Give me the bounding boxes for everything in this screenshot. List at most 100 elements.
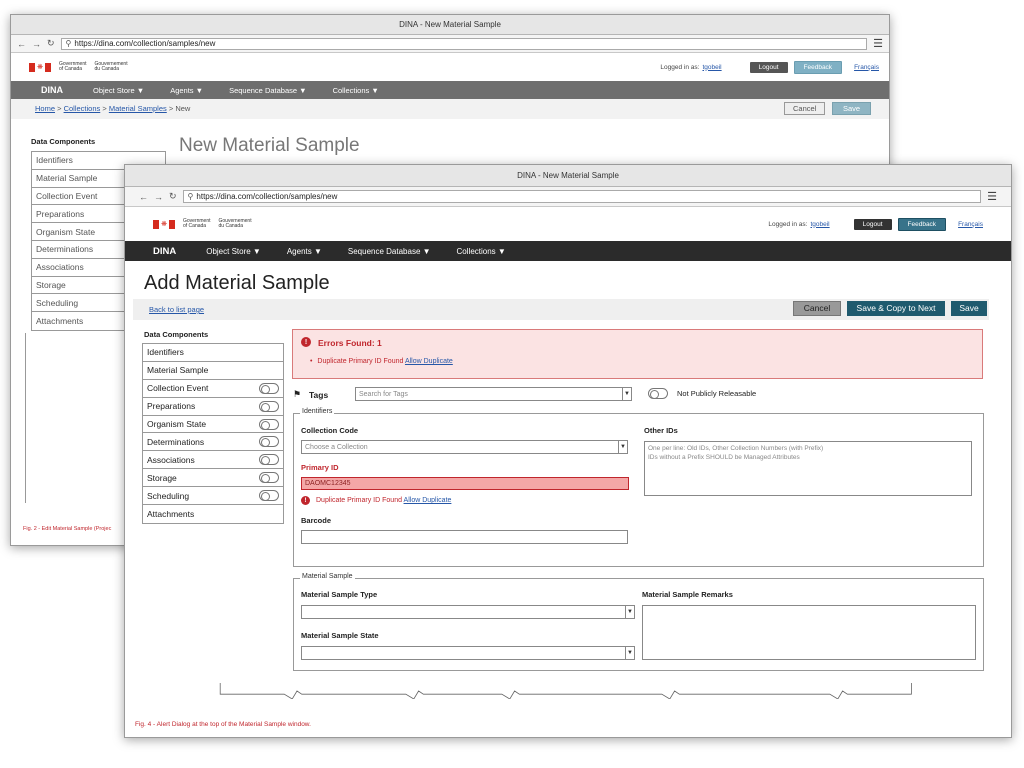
save-copy-next-button[interactable]: Save & Copy to Next (847, 301, 945, 316)
front-address-row: ← → ↻ ⚲ https://dina.com/collection/samp… (125, 187, 1011, 207)
primary-id-error-icon: ! (301, 496, 310, 505)
nav-collections[interactable]: Collections ▼ (457, 247, 506, 256)
component-storage[interactable]: Storage (143, 469, 283, 488)
nav-agents[interactable]: Agents ▼ (170, 86, 203, 95)
material-sample-type-select[interactable]: ▼ (301, 605, 635, 619)
forward-arrow-icon[interactable]: → (154, 192, 163, 202)
identifiers-legend: Identifiers (300, 408, 335, 415)
search-icon: ⚲ (187, 192, 194, 201)
canada-flag-icon: ❋ (153, 219, 175, 229)
language-link[interactable]: Français (958, 221, 983, 228)
error-alert: ! Errors Found: 1 • Duplicate Primary ID… (292, 329, 983, 379)
chevron-down-icon[interactable]: ▼ (622, 388, 631, 400)
username-link[interactable]: tgobeil (702, 64, 721, 71)
component-organism-state[interactable]: Organism State (143, 416, 283, 434)
reload-icon[interactable]: ↻ (47, 38, 55, 49)
front-navbar: DINA Object Store ▼ Agents ▼ Sequence Da… (125, 241, 1011, 261)
material-sample-state-label: Material Sample State (301, 631, 379, 640)
back-to-list-link[interactable]: Back to list page (149, 305, 204, 314)
components-title: Data Components (144, 330, 209, 339)
canada-flag-icon: ❋ (29, 62, 51, 72)
alert-title: Errors Found: 1 (318, 338, 382, 348)
not-public-toggle[interactable] (648, 388, 668, 399)
nav-object-store[interactable]: Object Store ▼ (93, 86, 144, 95)
chevron-down-icon[interactable]: ▼ (625, 606, 634, 618)
barcode-input[interactable] (301, 530, 628, 544)
nav-sequence-database[interactable]: Sequence Database ▼ (348, 247, 431, 256)
back-arrow-icon[interactable]: ← (17, 39, 26, 49)
logout-button[interactable]: Logout (853, 218, 892, 230)
primary-id-allow-duplicate-link[interactable]: Allow Duplicate (404, 497, 452, 504)
toggle-switch[interactable] (259, 382, 279, 394)
logged-in-label: Logged in as: (768, 220, 808, 228)
search-icon: ⚲ (65, 39, 72, 48)
breadcrumb-samples[interactable]: Material Samples (109, 104, 167, 113)
page-title: Add Material Sample (144, 272, 330, 294)
brand-logo[interactable]: DINA (153, 246, 176, 257)
component-scheduling[interactable]: Scheduling (143, 487, 283, 506)
nav-collections[interactable]: Collections ▼ (333, 86, 379, 95)
breadcrumb-home[interactable]: Home (35, 104, 55, 113)
torn-edge (219, 683, 912, 699)
material-sample-remarks-textarea[interactable] (642, 605, 976, 660)
language-link[interactable]: Français (854, 64, 879, 71)
back-save-button[interactable]: Save (832, 102, 872, 115)
back-url-bar[interactable]: ⚲ https://dina.com/collection/samples/ne… (60, 37, 868, 50)
component-attachments[interactable]: Attachments (143, 505, 283, 523)
component-determinations[interactable]: Determinations (143, 433, 283, 452)
components-list: Identifiers Material Sample Collection E… (142, 343, 284, 524)
component-material-sample[interactable]: Material Sample (143, 362, 283, 380)
toggle-switch[interactable] (259, 472, 279, 484)
logout-button[interactable]: Logout (749, 61, 788, 73)
menu-icon[interactable]: ☰ (873, 37, 883, 50)
primary-id-input[interactable]: DAOMC12345 (301, 477, 629, 490)
front-gov-header: ❋ Government of Canada Gouvernement du Can… (125, 207, 1011, 241)
nav-object-store[interactable]: Object Store ▼ (206, 247, 261, 256)
front-url-bar[interactable]: ⚲ https://dina.com/collection/samples/ne… (182, 190, 982, 203)
back-navbar: DINA Object Store ▼ Agents ▼ Sequence Da… (11, 81, 889, 99)
material-sample-state-select[interactable]: ▼ (301, 646, 635, 660)
feedback-button[interactable]: Feedback (897, 217, 947, 231)
toggle-switch[interactable] (259, 400, 279, 412)
primary-id-label: Primary ID (301, 463, 339, 472)
toggle-switch[interactable] (259, 490, 279, 502)
tags-search-input[interactable]: Search for Tags ▼ (355, 387, 632, 401)
toggle-switch[interactable] (259, 454, 279, 466)
back-arrow-icon[interactable]: ← (139, 192, 148, 202)
toggle-switch[interactable] (259, 418, 279, 430)
component-associations[interactable]: Associations (143, 451, 283, 470)
breadcrumb: Home > Collections > Material Samples > … (35, 104, 191, 113)
brand-logo[interactable]: DINA (41, 85, 63, 95)
component-identifiers[interactable]: Identifiers (143, 344, 283, 362)
not-public-label: Not Publicly Releasable (677, 389, 757, 398)
nav-agents[interactable]: Agents ▼ (287, 247, 322, 256)
back-url-text: https://dina.com/collection/samples/new (74, 39, 216, 48)
forward-arrow-icon[interactable]: → (32, 39, 41, 49)
cancel-button[interactable]: Cancel (793, 301, 841, 316)
gov-fr: Gouvernement du Canada (218, 218, 252, 229)
nav-sequence-database[interactable]: Sequence Database ▼ (229, 86, 306, 95)
reload-icon[interactable]: ↻ (169, 191, 177, 202)
material-sample-legend: Material Sample (300, 573, 355, 580)
component-collection-event[interactable]: Collection Event (143, 380, 283, 398)
chevron-down-icon[interactable]: ▼ (618, 441, 627, 453)
alert-allow-duplicate-link[interactable]: Allow Duplicate (405, 358, 453, 365)
breadcrumb-collections[interactable]: Collections (64, 104, 101, 113)
front-caption: Fig. 4 - Alert Dialog at the top of the … (135, 721, 311, 728)
username-link[interactable]: tgobeil (810, 221, 829, 228)
material-sample-remarks-label: Material Sample Remarks (642, 590, 733, 599)
save-button[interactable]: Save (951, 301, 987, 316)
back-left-rule (25, 333, 26, 503)
back-address-row: ← → ↻ ⚲ https://dina.com/collection/samp… (11, 35, 889, 53)
chevron-down-icon[interactable]: ▼ (625, 647, 634, 659)
component-preparations[interactable]: Preparations (143, 398, 283, 416)
back-user-area: Logged in as: tgobeil Logout Feedback Fr… (660, 60, 879, 74)
back-cancel-button[interactable]: Cancel (784, 102, 826, 115)
feedback-button[interactable]: Feedback (793, 60, 843, 74)
error-icon: ! (301, 337, 311, 347)
menu-icon[interactable]: ☰ (987, 190, 997, 203)
toggle-switch[interactable] (259, 436, 279, 448)
back-page-title: New Material Sample (179, 135, 360, 156)
collection-code-select[interactable]: Choose a Collection ▼ (301, 440, 628, 454)
other-ids-textarea[interactable]: One per line: Old IDs, Other Collection … (644, 441, 972, 496)
